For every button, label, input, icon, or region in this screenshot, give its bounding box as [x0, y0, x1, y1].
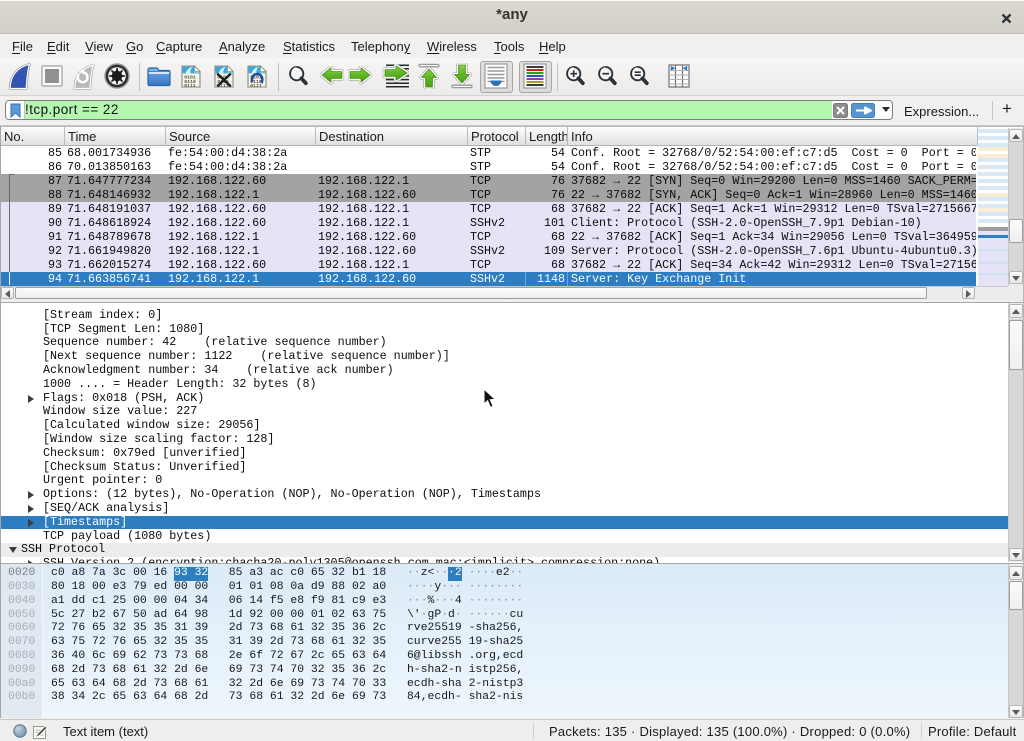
svg-text:0111: 0111	[250, 83, 262, 88]
svg-text:0111: 0111	[184, 83, 196, 88]
